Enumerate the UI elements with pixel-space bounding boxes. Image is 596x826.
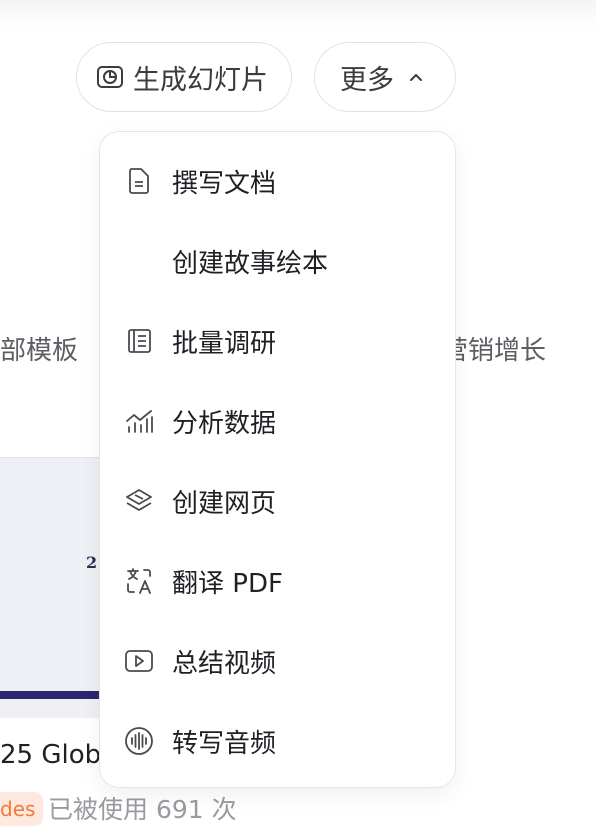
template-card-title[interactable]: 25 Glob — [0, 740, 101, 770]
layers-icon — [124, 486, 154, 516]
menu-item-label: 分析数据 — [172, 408, 277, 439]
chart-icon — [124, 406, 154, 436]
audio-wave-icon — [124, 726, 154, 756]
menu-item-label: 创建网页 — [172, 488, 277, 519]
menu-item-transcribe-audio[interactable]: 转写音频 — [100, 701, 455, 781]
translate-icon — [124, 566, 154, 596]
menu-item-create-webpage[interactable]: 创建网页 — [100, 461, 455, 541]
more-label: 更多 — [340, 64, 394, 96]
usage-count: 已被使用 691 次 — [48, 795, 237, 824]
category-tab-templates[interactable]: 部模板 — [0, 330, 78, 367]
menu-item-translate-pdf[interactable]: 翻译 PDF — [100, 541, 455, 621]
menu-item-label: 批量调研 — [172, 328, 277, 359]
menu-item-write-document[interactable]: 撰写文档 — [100, 141, 455, 221]
menu-item-batch-research[interactable]: 批量调研 — [100, 301, 455, 381]
book-icon — [124, 326, 154, 356]
menu-item-label: 翻译 PDF — [172, 568, 283, 599]
menu-item-label: 转写音频 — [172, 728, 277, 759]
video-icon — [124, 646, 154, 676]
card-image-mark: 2 — [86, 553, 98, 572]
template-tag: des — [0, 792, 44, 826]
more-button[interactable]: 更多 — [314, 42, 456, 112]
top-shade — [0, 0, 596, 30]
chevron-up-icon — [408, 69, 424, 85]
menu-item-label: 总结视频 — [172, 648, 277, 679]
document-icon — [124, 166, 154, 196]
category-tab-marketing[interactable]: 营销增长 — [442, 330, 546, 367]
menu-item-label: 创建故事绘本 — [172, 248, 329, 279]
generate-slides-label: 生成幻灯片 — [133, 64, 268, 96]
menu-item-label: 撰写文档 — [172, 168, 277, 199]
menu-item-analyze-data[interactable]: 分析数据 — [100, 381, 455, 461]
more-dropdown-menu: 撰写文档 创建故事绘本 批量调研 分析数据 创建网页 翻译 PDF 总结视频 转… — [99, 131, 456, 788]
menu-item-summarize-video[interactable]: 总结视频 — [100, 621, 455, 701]
generate-slides-button[interactable]: 生成幻灯片 — [76, 42, 292, 112]
slides-icon — [95, 62, 125, 92]
menu-item-create-storybook[interactable]: 创建故事绘本 — [100, 221, 455, 301]
